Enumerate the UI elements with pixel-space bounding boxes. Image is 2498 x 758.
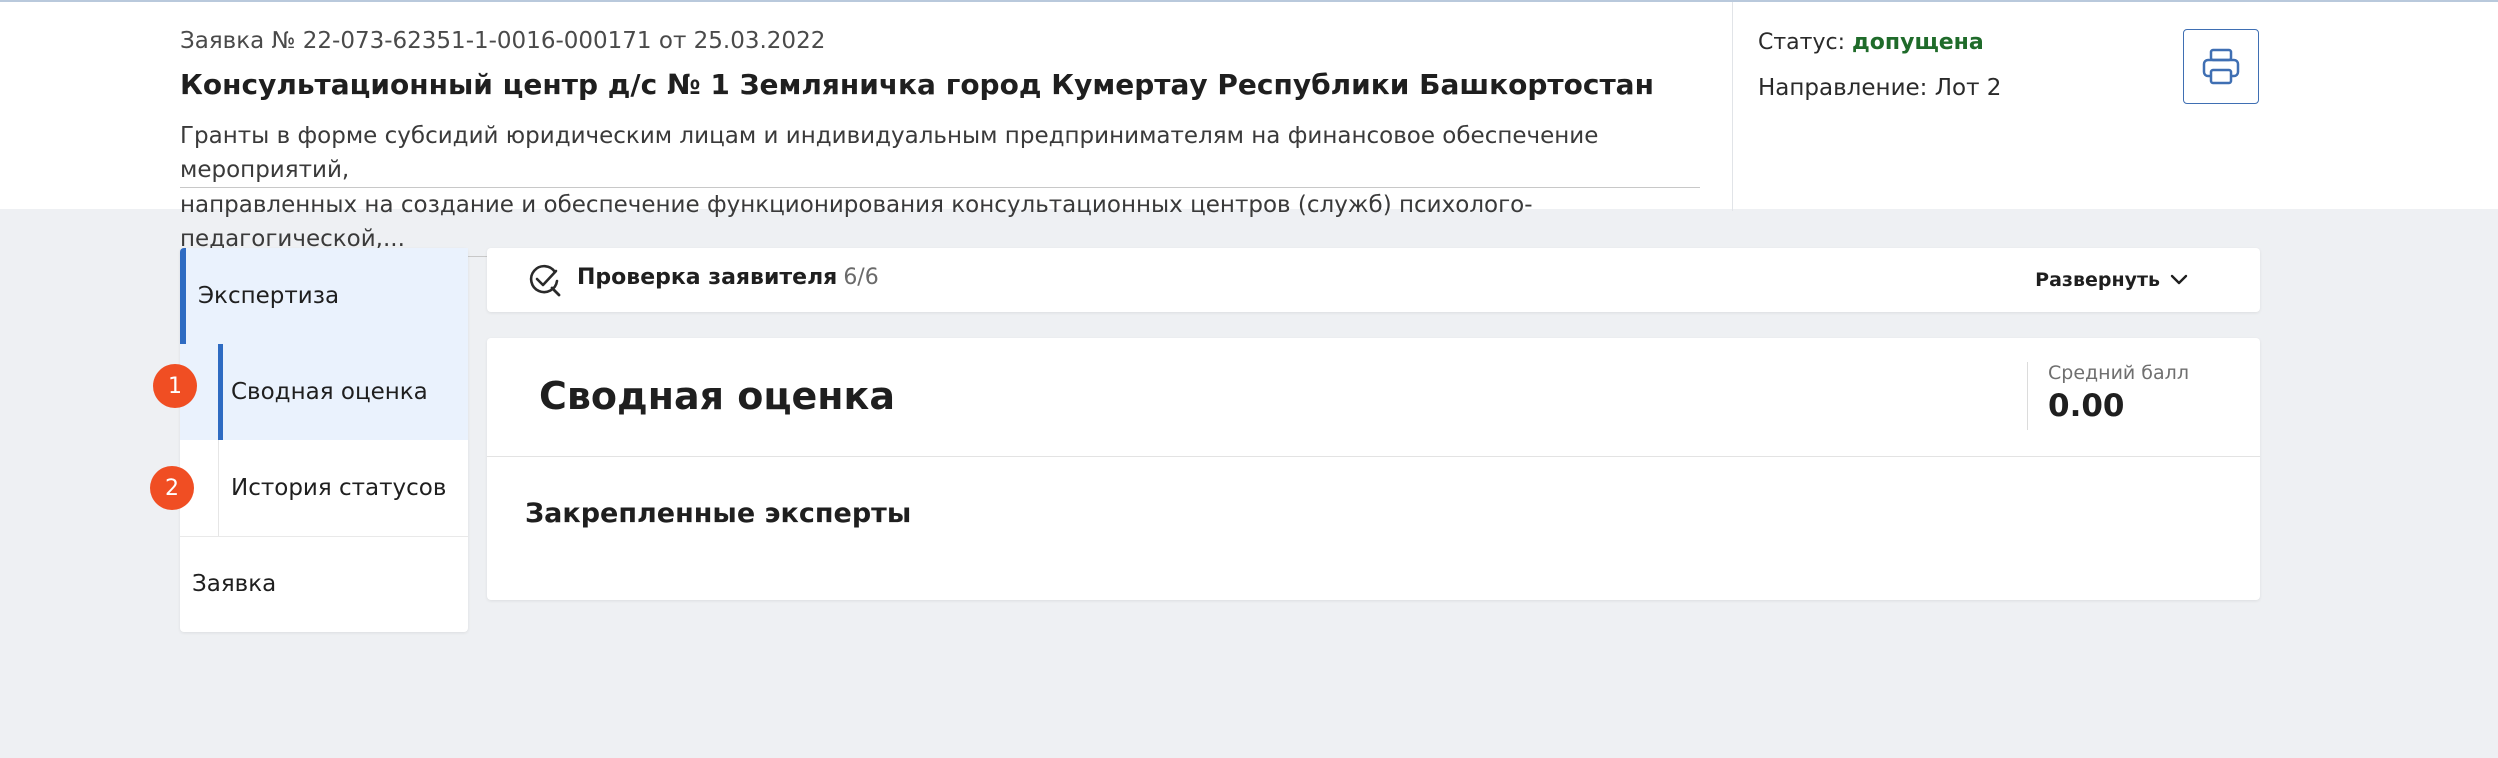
expand-button[interactable]: Развернуть bbox=[2035, 269, 2188, 291]
header-info: Заявка № 22-073-62351-1-0016-000171 от 2… bbox=[180, 28, 1700, 257]
applicant-check-label: Проверка заявителя bbox=[577, 265, 838, 290]
direction-line: Направление: Лот 2 bbox=[1758, 75, 2002, 101]
grant-description[interactable]: Гранты в форме субсидий юридическим лица… bbox=[180, 119, 1700, 257]
average-score-value: 0.00 bbox=[2048, 388, 2125, 424]
summary-panel: Сводная оценка Средний балл 0.00 Закрепл… bbox=[487, 338, 2260, 600]
grant-description-line-2: направленных на создание и обеспечение ф… bbox=[180, 188, 1700, 257]
sidebar-item-label: Сводная оценка bbox=[231, 379, 428, 405]
sidebar-item-status-history[interactable]: История статусов bbox=[218, 440, 468, 536]
sidebar-item-label: История статусов bbox=[231, 475, 447, 501]
status-value: допущена bbox=[1852, 30, 1984, 55]
header-status-block: Статус: допущена Направление: Лот 2 bbox=[1758, 30, 2001, 101]
application-header: Заявка № 22-073-62351-1-0016-000171 от 2… bbox=[0, 0, 2498, 257]
sidebar-item-expertise[interactable]: Экспертиза bbox=[180, 248, 468, 344]
panel-divider bbox=[487, 456, 2260, 457]
applicant-check-title: Проверка заявителя 6/6 bbox=[577, 265, 879, 290]
organization-title: Консультационный центр д/с № 1 Земляничк… bbox=[180, 68, 1654, 101]
print-button[interactable] bbox=[2183, 29, 2259, 104]
grant-description-line-1: Гранты в форме субсидий юридическим лица… bbox=[180, 119, 1700, 188]
average-score-label: Средний балл bbox=[2048, 362, 2189, 384]
page-title: Сводная оценка bbox=[539, 374, 895, 418]
average-score-block: Средний балл 0.00 bbox=[2027, 362, 2189, 430]
sidebar-item-label: Заявка bbox=[192, 571, 277, 597]
assigned-experts-heading: Закрепленные эксперты bbox=[525, 498, 912, 529]
sidebar-item-label: Экспертиза bbox=[198, 283, 340, 309]
step-badge-2: 2 bbox=[150, 466, 194, 510]
status-line: Статус: допущена bbox=[1758, 30, 2001, 55]
printer-icon bbox=[2202, 48, 2240, 84]
sidebar-nav: Экспертиза Сводная оценка История статус… bbox=[180, 248, 468, 632]
expand-label: Развернуть bbox=[2035, 269, 2160, 291]
applicant-check-count: 6/6 bbox=[843, 265, 879, 290]
chevron-down-icon bbox=[2170, 274, 2188, 285]
applicant-check-panel: Проверка заявителя 6/6 Развернуть bbox=[487, 248, 2260, 312]
header-divider bbox=[1732, 2, 1733, 211]
sidebar-item-summary-score[interactable]: Сводная оценка bbox=[180, 344, 468, 440]
application-number: Заявка № 22-073-62351-1-0016-000171 от 2… bbox=[180, 28, 826, 54]
status-label: Статус: bbox=[1758, 30, 1846, 55]
step-badge-1: 1 bbox=[153, 364, 197, 408]
check-search-icon bbox=[529, 264, 561, 297]
sidebar-item-application[interactable]: Заявка bbox=[180, 536, 468, 632]
